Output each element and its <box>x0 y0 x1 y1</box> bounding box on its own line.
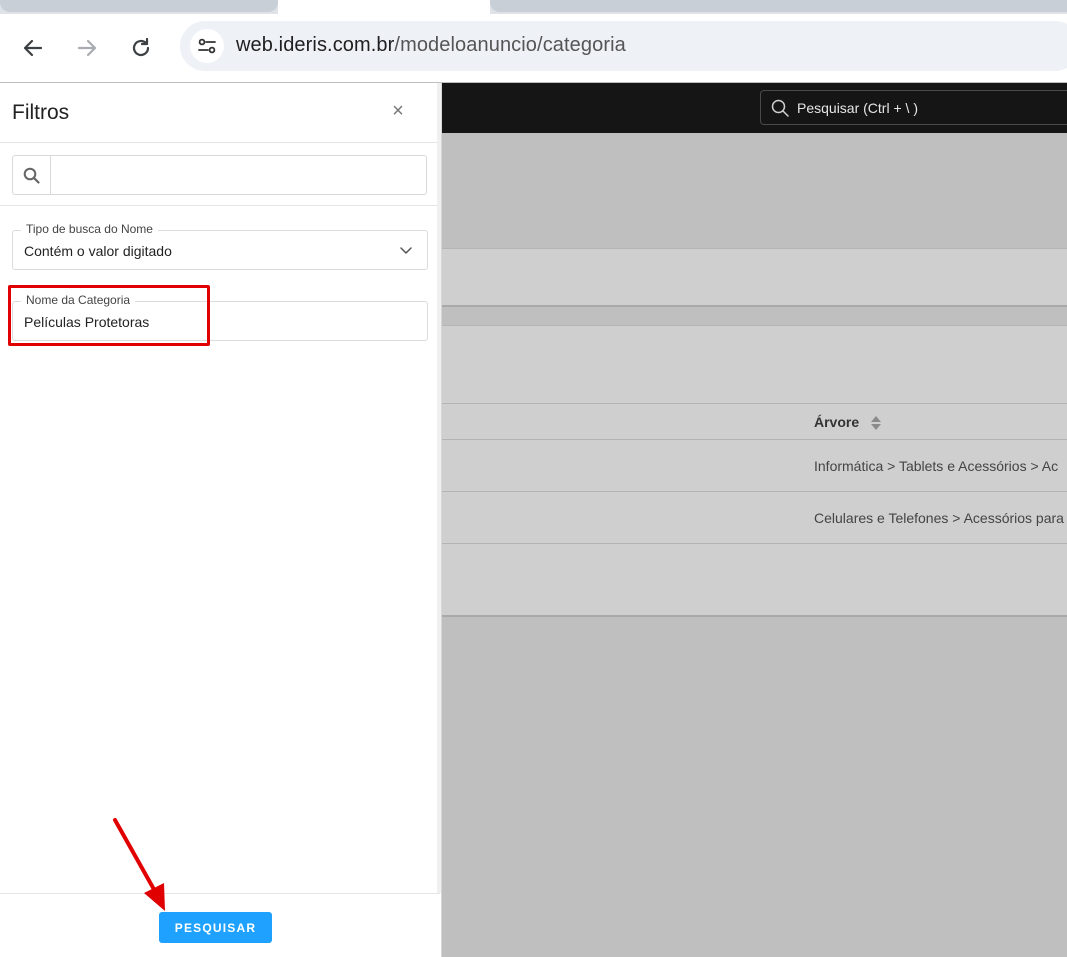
chevron-down-icon <box>400 247 412 254</box>
address-bar[interactable]: web.ideris.com.br/modeloanuncio/categori… <box>180 21 1067 71</box>
search-type-value: Contém o valor digitado <box>24 243 172 259</box>
filters-title: Filtros <box>12 101 70 124</box>
table-cell-tree: Informática > Tablets e Acessórios > Ac <box>814 458 1059 474</box>
divider <box>0 205 440 206</box>
panel-scrollbar[interactable] <box>437 83 441 893</box>
search-type-label: Tipo de busca do Nome <box>21 222 158 236</box>
content-band <box>442 248 1067 307</box>
column-header-arvore[interactable]: Árvore <box>814 414 859 430</box>
global-search-box[interactable]: Pesquisar (Ctrl + \ ) <box>760 90 1067 125</box>
search-button[interactable]: PESQUISAR <box>159 912 272 943</box>
search-type-select[interactable]: Tipo de busca do Nome Contém o valor dig… <box>12 222 428 270</box>
forward-button[interactable] <box>71 32 103 64</box>
filters-footer: PESQUISAR <box>0 893 440 957</box>
table-row[interactable]: Informática > Tablets e Acessórios > Ac <box>442 440 1067 492</box>
app-header: Pesquisar (Ctrl + \ ) <box>442 83 1067 133</box>
close-icon[interactable]: × <box>388 101 408 121</box>
site-info-button[interactable] <box>190 29 224 63</box>
arrow-left-icon <box>23 39 43 57</box>
global-search-placeholder: Pesquisar (Ctrl + \ ) <box>797 100 918 116</box>
search-icon <box>23 167 40 184</box>
filters-header: Filtros × <box>0 83 440 143</box>
filter-search-input[interactable] <box>52 156 426 194</box>
url-path: /modeloanuncio/categoria <box>394 34 626 56</box>
table-header-row: Árvore <box>442 403 1067 440</box>
table-row[interactable]: Celulares e Telefones > Acessórios para <box>442 492 1067 544</box>
browser-tab-inactive[interactable] <box>0 0 278 12</box>
browser-tab-active[interactable] <box>278 0 490 14</box>
filters-panel: Filtros × Tipo de busca do Nome Contém o… <box>0 83 442 957</box>
browser-tab-inactive[interactable] <box>490 0 1067 12</box>
browser-tab-strip <box>0 0 1067 14</box>
url-text: web.ideris.com.br/modeloanuncio/categori… <box>236 34 626 57</box>
back-button[interactable] <box>17 32 49 64</box>
reload-button[interactable] <box>125 32 157 64</box>
annotation-arrow-icon <box>113 818 165 911</box>
tune-icon <box>198 38 216 54</box>
results-table: Árvore Informática > Tablets e Acessório… <box>442 325 1067 617</box>
annotation-highlight-box <box>8 285 210 346</box>
sort-icon[interactable] <box>870 414 882 432</box>
url-domain: web.ideris.com.br <box>236 34 395 56</box>
reload-icon <box>132 37 150 57</box>
arrow-right-icon <box>77 39 97 57</box>
filter-search-group <box>12 155 427 195</box>
table-cell-tree: Celulares e Telefones > Acessórios para <box>814 510 1064 526</box>
browser-toolbar: web.ideris.com.br/modeloanuncio/categori… <box>0 14 1067 82</box>
search-icon <box>771 99 789 117</box>
filter-search-addon <box>13 156 51 194</box>
